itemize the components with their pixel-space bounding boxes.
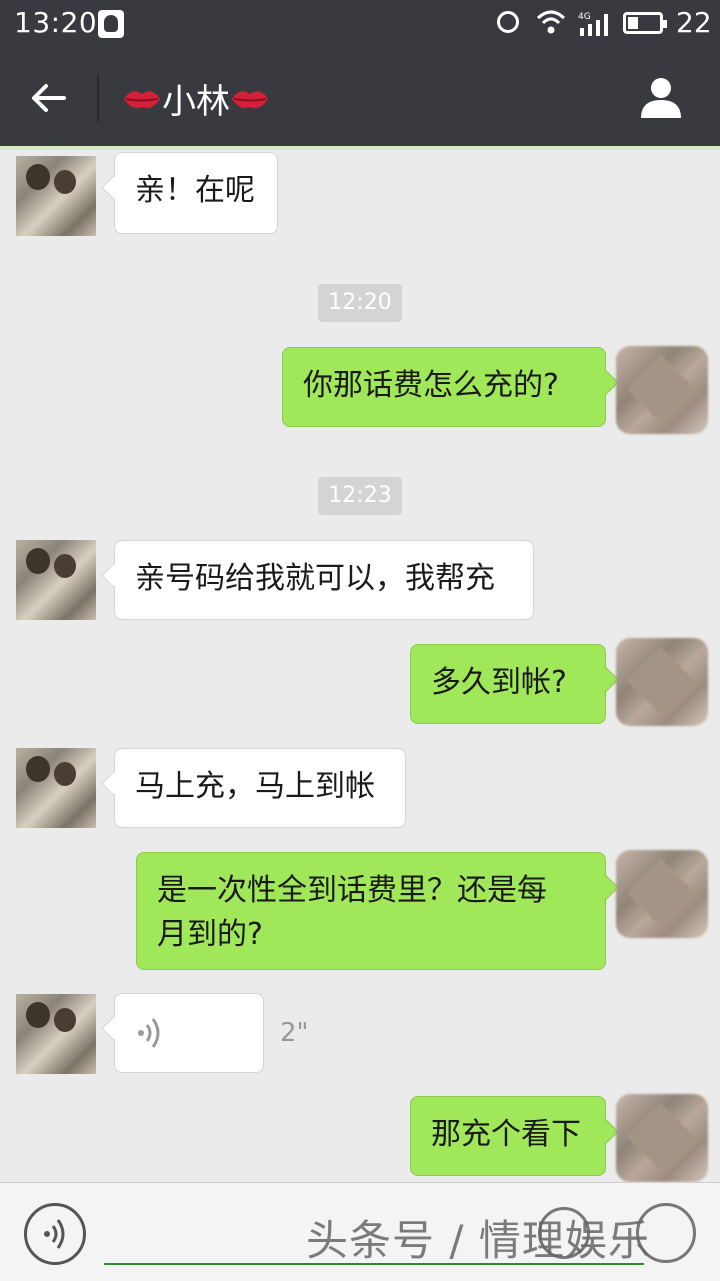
received-message-bubble[interactable]: 马上充，马上到帐 <box>114 748 406 828</box>
received-message-bubble[interactable]: 亲！在呢 <box>114 152 278 234</box>
message-text: 亲号码给我就可以，我帮充 <box>135 561 495 596</box>
message-text: 多久到帐? <box>431 665 567 700</box>
battery-level: 22 <box>676 6 712 39</box>
received-message-bubble[interactable]: 亲号码给我就可以，我帮充 <box>114 540 534 620</box>
contact-name: 小林 <box>162 82 230 122</box>
sent-message-bubble[interactable]: 你那话费怎么充的? <box>282 347 606 427</box>
sent-message-bubble[interactable]: 那充个看下 <box>410 1096 606 1176</box>
header-divider <box>97 74 99 122</box>
qq-notification-icon <box>98 10 124 38</box>
my-avatar[interactable] <box>616 1094 708 1182</box>
chat-message-list[interactable]: 亲！在呢 12:20 你那话费怎么充的? 12:23 亲号码给我就可以，我帮充 … <box>0 150 720 1182</box>
contact-avatar[interactable] <box>16 540 96 620</box>
voice-duration: 2" <box>280 1018 309 1048</box>
my-avatar[interactable] <box>616 850 708 938</box>
message-timestamp: 12:20 <box>318 284 402 322</box>
contact-avatar[interactable] <box>16 156 96 236</box>
contact-info-icon[interactable] <box>638 74 684 120</box>
message-text: 那充个看下 <box>431 1117 581 1152</box>
voice-input-button[interactable] <box>24 1203 86 1265</box>
message-text: 你那话费怎么充的? <box>303 368 559 403</box>
message-text: 亲！在呢 <box>135 173 255 208</box>
lips-emoji-icon <box>124 90 160 108</box>
signal-icon: 4G <box>578 12 608 36</box>
voice-wave-icon <box>138 1018 160 1048</box>
lips-emoji-icon <box>232 90 268 108</box>
battery-icon <box>623 12 667 34</box>
contact-avatar[interactable] <box>16 748 96 828</box>
message-text: 是一次性全到话费里？还是每月到的? <box>157 873 547 952</box>
message-timestamp: 12:23 <box>318 477 402 515</box>
voice-message-bubble[interactable] <box>114 993 264 1073</box>
chat-title: 小林 <box>122 74 270 123</box>
my-avatar[interactable] <box>616 638 708 726</box>
status-bar: 13:20 4G 22 <box>0 0 720 48</box>
contact-avatar[interactable] <box>16 994 96 1074</box>
chat-header: 小林 <box>0 48 720 146</box>
watermark-text: 头条号 / 情理娱乐 <box>306 1216 651 1265</box>
my-avatar[interactable] <box>616 346 708 434</box>
voice-wave-icon <box>44 1219 65 1249</box>
back-arrow-icon[interactable] <box>28 78 68 118</box>
wifi-icon <box>536 10 566 34</box>
status-time: 13:20 <box>14 6 98 39</box>
sent-message-bubble[interactable]: 多久到帐? <box>410 644 606 724</box>
alarm-icon <box>497 11 519 33</box>
message-text: 马上充，马上到帐 <box>135 769 375 804</box>
network-type-label: 4G <box>578 12 591 22</box>
sent-message-bubble[interactable]: 是一次性全到话费里？还是每月到的? <box>136 852 606 970</box>
